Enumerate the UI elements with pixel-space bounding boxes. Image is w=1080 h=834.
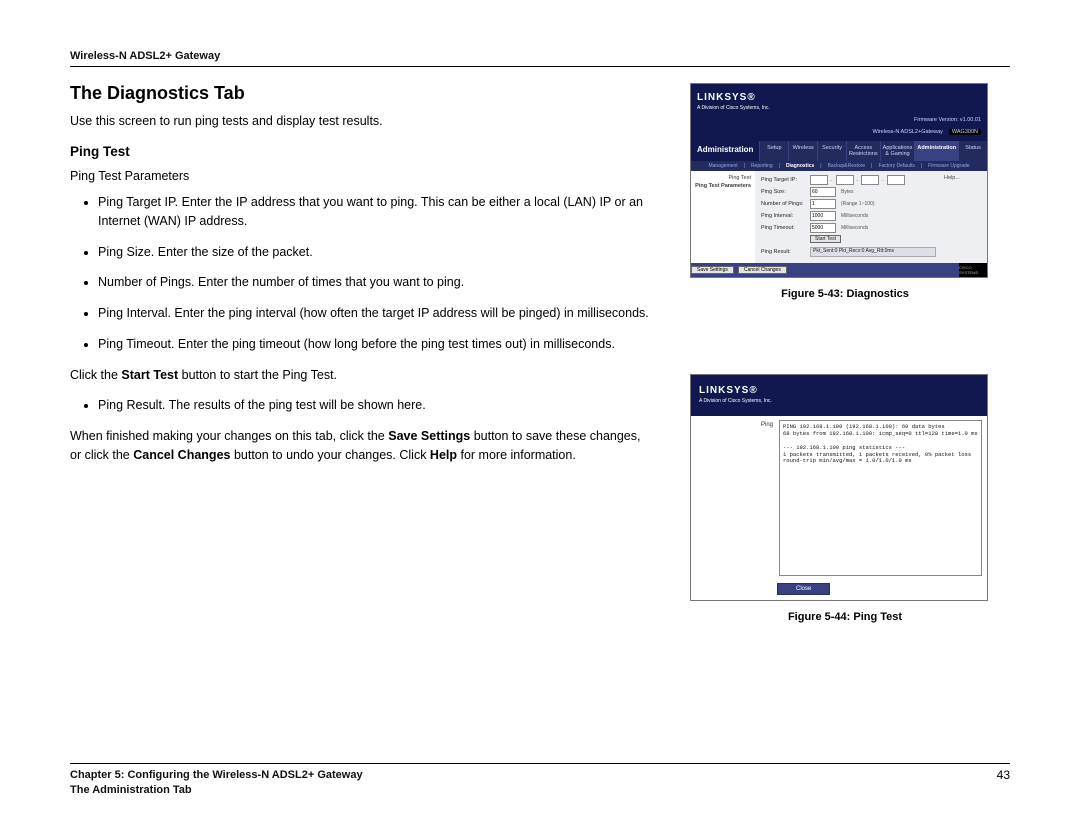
param-ping-timeout: Ping Timeout. Enter the ping timeout (ho… (98, 335, 650, 354)
product-name: Wireless-N ADSL2+Gateway (872, 129, 942, 135)
footer-rule (70, 763, 1010, 764)
param-num-pings: Number of Pings. Enter the number of tim… (98, 273, 650, 292)
help-link[interactable]: Help... (944, 175, 960, 181)
side-ping-test: Ping Test (691, 171, 755, 181)
cancel-changes-button[interactable]: Cancel Changes (738, 266, 787, 274)
save-settings-button[interactable]: Save Settings (691, 266, 734, 274)
model-badge: WAG300N (949, 129, 981, 135)
tab-wireless[interactable]: Wireless (788, 141, 817, 161)
ping-interval-unit: Milliseconds (841, 213, 868, 219)
subtab-backup-restore[interactable]: Backup&Restore (828, 163, 866, 169)
param-target-ip: Ping Target IP. Enter the IP address tha… (98, 193, 650, 231)
figure-diagnostics: LINKSYS® A Division of Cisco Systems, In… (690, 83, 988, 278)
target-ip-oct3[interactable] (861, 175, 879, 185)
side-params-label: Ping Test Parameters (691, 181, 755, 189)
param-ping-size: Ping Size. Enter the size of the packet. (98, 243, 650, 262)
linksys-logo-44: LINKSYS® (699, 385, 758, 396)
tab-apps-gaming[interactable]: Applications & Gaming (880, 141, 915, 161)
subtab-factory-defaults[interactable]: Factory Defaults (878, 163, 914, 169)
subtab-diagnostics[interactable]: Diagnostics (786, 163, 814, 169)
ping-size-unit: Bytes (841, 189, 854, 195)
closing-cancel: Cancel Changes (133, 448, 230, 462)
cisco-logo: CISCO SYSTEMS (959, 263, 987, 277)
closing-save: Save Settings (388, 429, 470, 443)
nav-label-administration: Administration (691, 141, 759, 161)
target-ip-oct2[interactable] (836, 175, 854, 185)
start-test-post: button to start the Ping Test. (178, 368, 337, 382)
lbl-num-pings: Number of Pings: (761, 201, 807, 207)
num-pings-input[interactable] (810, 199, 836, 209)
target-ip-oct1[interactable] (810, 175, 828, 185)
tab-status[interactable]: Status (958, 141, 987, 161)
header-rule (70, 66, 1010, 67)
figure44-caption: Figure 5-44: Ping Test (690, 611, 1000, 623)
subtab-management[interactable]: Management (708, 163, 737, 169)
tab-access-restrictions[interactable]: Access Restrictions (846, 141, 880, 161)
firmware-version: Firmware Version: v1.00.01 (914, 117, 981, 123)
side-ping-label: Ping (691, 416, 779, 580)
closing-post: for more information. (457, 448, 576, 462)
linksys-subtext-44: A Division of Cisco Systems, Inc. (699, 398, 979, 404)
lbl-ping-interval: Ping Interval: (761, 213, 807, 219)
param-ping-interval: Ping Interval. Enter the ping interval (… (98, 304, 650, 323)
closing-help: Help (430, 448, 457, 462)
lbl-ping-timeout: Ping Timeout: (761, 225, 807, 231)
subtab-firmware-upgrade[interactable]: Firmware Upgrade (928, 163, 969, 169)
param-ping-result: Ping Result. The results of the ping tes… (98, 396, 650, 415)
params-label: Ping Test Parameters (70, 169, 650, 183)
ping-result-value: Pkt_Sent:0 Pkt_Recv:0 Avg_Rtt:0ms (810, 247, 936, 257)
tab-administration[interactable]: Administration (914, 141, 958, 161)
start-test-bold: Start Test (121, 368, 178, 382)
num-pings-hint: (Range 1~100) (841, 201, 875, 207)
ping-timeout-input[interactable] (810, 223, 836, 233)
tab-security[interactable]: Security (817, 141, 846, 161)
figure43-caption: Figure 5-43: Diagnostics (690, 288, 1000, 300)
lbl-target-ip: Ping Target IP: (761, 177, 807, 183)
footer-tab: The Administration Tab (70, 783, 363, 798)
closing-paragraph: When finished making your changes on thi… (70, 427, 650, 465)
linksys-logo: LINKSYS® (697, 92, 756, 103)
param-list-1: Ping Target IP. Enter the IP address tha… (70, 193, 650, 354)
lbl-ping-size: Ping Size: (761, 189, 807, 195)
param-list-2: Ping Result. The results of the ping tes… (70, 396, 650, 415)
figure-ping-test: LINKSYS® A Division of Cisco Systems, In… (690, 374, 988, 601)
page-footer: Chapter 5: Configuring the Wireless-N AD… (70, 763, 1010, 798)
page-number: 43 (997, 768, 1010, 782)
footer-chapter: Chapter 5: Configuring the Wireless-N AD… (70, 768, 363, 783)
ping-terminal-output: PING 192.168.1.100 (192.168.1.100): 60 d… (779, 420, 982, 576)
start-test-sentence: Click the Start Test button to start the… (70, 366, 650, 385)
linksys-subtext: A Division of Cisco Systems, Inc. (697, 105, 981, 111)
ping-interval-input[interactable] (810, 211, 836, 221)
closing-pre: When finished making your changes on thi… (70, 429, 388, 443)
subtab-reporting[interactable]: Reporting (751, 163, 773, 169)
figure-column: LINKSYS® A Division of Cisco Systems, In… (690, 83, 1000, 645)
start-test-button[interactable]: Start Test (810, 235, 841, 243)
ping-size-input[interactable] (810, 187, 836, 197)
target-ip-oct4[interactable] (887, 175, 905, 185)
body-column: The Diagnostics Tab Use this screen to r… (70, 83, 650, 645)
doc-header-product: Wireless-N ADSL2+ Gateway (70, 50, 1010, 62)
ping-timeout-unit: Milliseconds (841, 225, 868, 231)
intro-paragraph: Use this screen to run ping tests and di… (70, 114, 650, 128)
ping-test-heading: Ping Test (70, 144, 650, 159)
closing-mid2: button to undo your changes. Click (230, 448, 429, 462)
tab-setup[interactable]: Setup (759, 141, 788, 161)
start-test-pre: Click the (70, 368, 121, 382)
close-button[interactable]: Close (777, 583, 830, 595)
lbl-ping-result: Ping Result: (761, 249, 807, 255)
section-title: The Diagnostics Tab (70, 83, 650, 104)
